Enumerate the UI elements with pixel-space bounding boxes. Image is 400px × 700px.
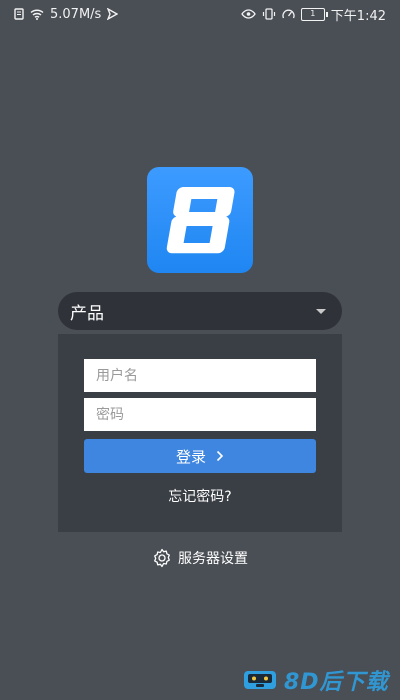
location-send-icon	[107, 8, 119, 20]
dropdown-caret-icon	[316, 308, 326, 314]
wifi-icon	[30, 8, 44, 20]
notification-icon	[14, 8, 24, 20]
status-bar-right: 1 下午1:42	[241, 5, 386, 24]
login-button[interactable]: 登录	[84, 439, 316, 473]
battery-icon: 1	[300, 7, 328, 21]
speedometer-icon	[282, 8, 295, 20]
server-settings-button[interactable]: 服务器设置	[0, 548, 400, 568]
login-button-label: 登录	[175, 447, 206, 466]
app-logo-8-glyph	[166, 187, 235, 254]
watermark-mascot-icon	[242, 667, 278, 693]
clock-time: 下午1:42	[330, 8, 386, 24]
network-speed: 5.07M/s	[50, 6, 102, 22]
password-input[interactable]	[84, 398, 316, 431]
login-panel: 登录 忘记密码?	[58, 334, 342, 532]
watermark: 8D后下载	[242, 664, 389, 696]
username-input[interactable]	[84, 359, 316, 392]
status-bar-left: 5.07M/s	[14, 6, 119, 22]
server-settings-label: 服务器设置	[178, 551, 248, 567]
watermark-text: 8D后下载	[284, 670, 389, 695]
app-logo	[147, 167, 253, 273]
gear-icon	[152, 548, 172, 568]
forgot-password-link[interactable]: 忘记密码?	[58, 486, 342, 506]
product-dropdown-value: 产品	[70, 303, 104, 324]
product-dropdown[interactable]: 产品	[58, 292, 342, 330]
eye-icon	[241, 8, 256, 20]
vibrate-icon	[262, 8, 276, 20]
chevron-right-icon	[216, 450, 224, 462]
status-bar: 5.07M/s 1 下午1:42	[0, 0, 400, 28]
